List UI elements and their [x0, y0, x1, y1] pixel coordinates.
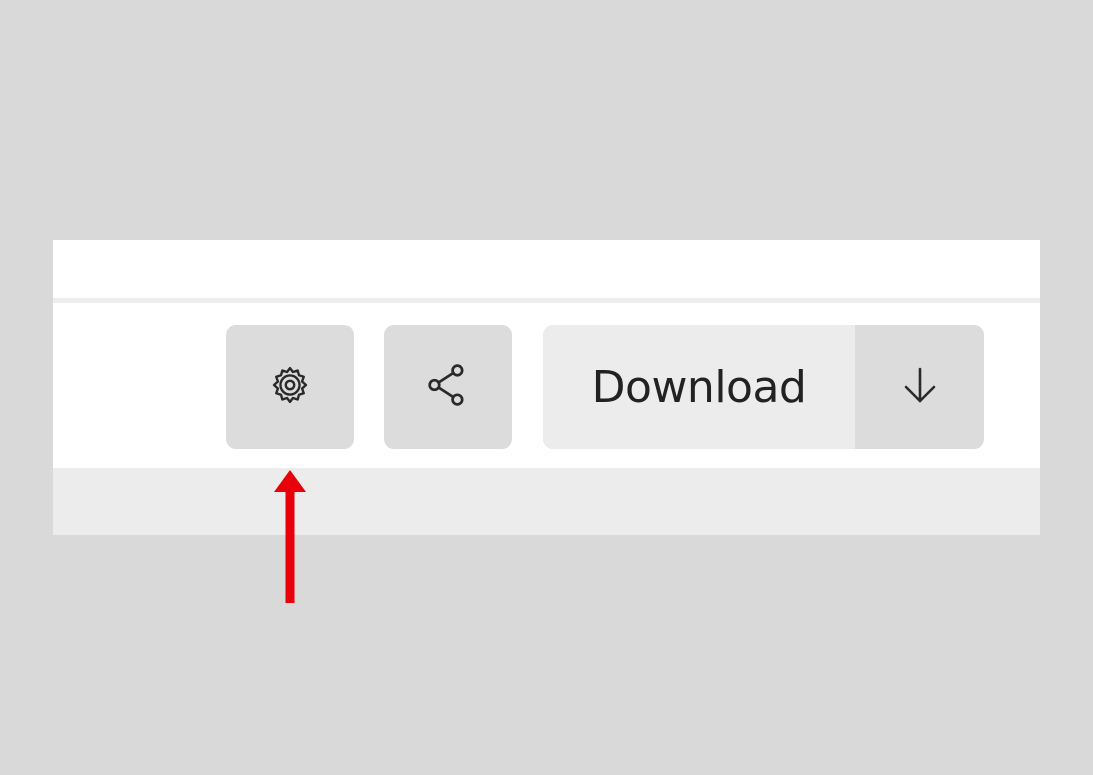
- top-strip: [53, 240, 1040, 298]
- arrow-down-icon: [896, 361, 944, 414]
- bottom-strip: [53, 468, 1040, 535]
- download-dropdown-button[interactable]: [855, 325, 984, 449]
- divider: [53, 298, 1040, 303]
- toolbar-panel: Download: [53, 240, 1040, 535]
- download-button[interactable]: Download: [543, 325, 855, 449]
- gear-icon: [268, 363, 312, 412]
- download-split-button: Download: [543, 325, 984, 449]
- share-icon: [423, 360, 473, 415]
- share-button[interactable]: [384, 325, 512, 449]
- red-arrow-up-icon: [270, 462, 310, 607]
- download-label: Download: [591, 361, 807, 413]
- settings-button[interactable]: [226, 325, 354, 449]
